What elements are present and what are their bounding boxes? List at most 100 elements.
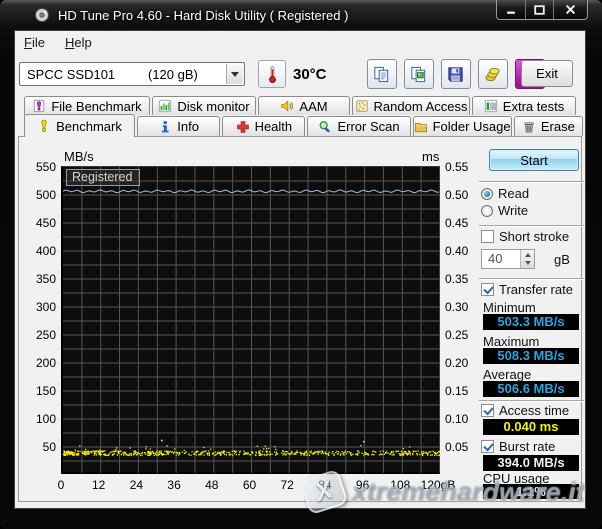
y-axis-tick-left: 50 [42, 440, 56, 454]
minimize-button[interactable] [497, 0, 525, 19]
y-axis-tick-left: 200 [35, 356, 56, 370]
temperature-button[interactable] [258, 60, 286, 88]
benchmark-controls: Start Read Write Short stroke 40 gB Tran… [473, 137, 587, 501]
benchmark-panel: MB/s ms Registered 550 0.55 500 0.50 450 0.45… [18, 136, 584, 502]
y-axis-tick-left: 400 [35, 244, 56, 258]
read-radio[interactable]: Read [481, 186, 529, 201]
save-icon [446, 65, 465, 84]
x-axis-tick: 120gB [420, 478, 456, 492]
tab-label: File Benchmark [51, 98, 142, 114]
tab-label: Folder Usage [432, 119, 511, 134]
average-label: Average [483, 367, 532, 382]
temperature-value: 30°C [293, 65, 327, 83]
copy-text-icon [372, 65, 391, 84]
right-axis-unit-label: ms [422, 149, 440, 164]
maximum-label: Maximum [483, 334, 540, 349]
tab-health[interactable]: Health [222, 116, 306, 136]
drive-capacity: (120 gB) [148, 66, 198, 82]
disk-monitor-icon [158, 99, 172, 113]
transfer-rate-checkbox[interactable]: Transfer rate [481, 282, 573, 297]
checkbox-checked-icon [481, 440, 494, 453]
radio-selected-icon [481, 187, 493, 200]
capacity-spinner[interactable]: 40 [481, 249, 535, 269]
tab-info[interactable]: Info [136, 116, 221, 136]
tab-label: Extra tests [502, 98, 565, 114]
tab-extra-tests[interactable]: Extra tests [472, 96, 576, 115]
copy-text-button[interactable] [366, 59, 397, 89]
titlebar[interactable]: HD Tune Pro 4.60 - Hard Disk Utility ( R… [0, 0, 602, 30]
tab-label: Random Access [373, 98, 468, 114]
access-time-value: 0.040 ms [483, 419, 579, 435]
tab-aam[interactable]: AAM [258, 96, 350, 115]
maximize-icon [534, 4, 545, 15]
spinner-arrows-icon[interactable] [520, 250, 534, 268]
copy-image-icon [409, 65, 428, 84]
separator [479, 400, 584, 402]
y-axis-tick-left: 450 [35, 216, 56, 230]
chevron-down-icon[interactable] [226, 64, 243, 84]
access-time-checkbox[interactable]: Access time [481, 403, 569, 418]
benchmark-chart-svg [63, 167, 440, 473]
minimum-value: 503.3 MB/s [483, 314, 579, 330]
checkbox-unchecked-icon [481, 230, 494, 243]
options-button[interactable] [477, 59, 508, 89]
separator [479, 278, 584, 280]
tab-random-access[interactable]: Random Access [352, 96, 470, 115]
client-area: File Help SPCC SSD101 (120 gB) 30°C Exit… [14, 30, 586, 509]
tab-label: Health [254, 119, 293, 134]
write-radio[interactable]: Write [481, 203, 528, 218]
menu-file[interactable]: File [24, 35, 45, 50]
speaker-icon [280, 99, 294, 113]
tab-label: Info [177, 119, 199, 134]
minimize-icon [507, 11, 515, 14]
short-stroke-checkbox[interactable]: Short stroke [481, 229, 569, 244]
file-benchmark-icon [32, 99, 46, 113]
options-icon [483, 65, 502, 84]
menubar: File Help [15, 31, 585, 53]
save-button[interactable] [440, 59, 471, 89]
registered-overlay: Registered [66, 169, 141, 186]
y-axis-tick-left: 500 [35, 188, 56, 202]
tab-disk-monitor[interactable]: Disk monitor [152, 96, 256, 115]
thermometer-icon [268, 65, 276, 83]
folder-icon [414, 120, 428, 134]
burst-rate-checkbox[interactable]: Burst rate [481, 439, 555, 454]
capacity-row: 40 gB [481, 249, 570, 269]
tab-erase[interactable]: Erase [513, 116, 584, 136]
drive-select[interactable]: SPCC SSD101 (120 gB) [19, 62, 245, 86]
capacity-unit-label: gB [554, 251, 570, 267]
error-scan-icon [318, 120, 332, 134]
extra-tests-icon [484, 99, 498, 113]
info-icon [158, 120, 172, 134]
benchmark-icon [37, 119, 51, 133]
toolbar: SPCC SSD101 (120 gB) 30°C Exit [15, 53, 585, 95]
caption-buttons [496, 0, 588, 20]
tab-folder-usage[interactable]: Folder Usage [412, 116, 512, 136]
start-button[interactable]: Start [489, 149, 579, 171]
tab-label: Disk monitor [177, 98, 250, 114]
tab-label: AAM [299, 98, 328, 114]
y-axis-tick-left: 100 [35, 412, 56, 426]
copy-image-button[interactable] [403, 59, 434, 89]
drive-name: SPCC SSD101 [27, 66, 116, 82]
tab-file-benchmark[interactable]: File Benchmark [24, 96, 150, 115]
close-button[interactable] [553, 0, 587, 19]
y-axis-tick-left: 250 [35, 328, 56, 342]
menu-help[interactable]: Help [65, 35, 92, 50]
app-icon [35, 8, 49, 22]
tab-benchmark[interactable]: Benchmark [24, 114, 135, 137]
burst-rate-value: 394.0 MB/s [483, 455, 579, 471]
exit-button[interactable]: Exit [521, 60, 573, 87]
tab-label: Error Scan [337, 119, 400, 134]
left-axis-unit-label: MB/s [64, 149, 94, 164]
cpu-usage-value: 1.1% [483, 484, 579, 499]
maximize-button[interactable] [525, 0, 553, 19]
tab-error-scan[interactable]: Error Scan [307, 116, 411, 136]
close-icon [565, 4, 576, 15]
hd-tune-window: HD Tune Pro 4.60 - Hard Disk Utility ( R… [0, 0, 602, 529]
average-value: 506.6 MB/s [483, 381, 579, 397]
separator [479, 225, 584, 227]
window-title: HD Tune Pro 4.60 - Hard Disk Utility ( R… [58, 7, 349, 23]
separator [479, 181, 584, 183]
radio-unselected-icon [481, 204, 493, 217]
